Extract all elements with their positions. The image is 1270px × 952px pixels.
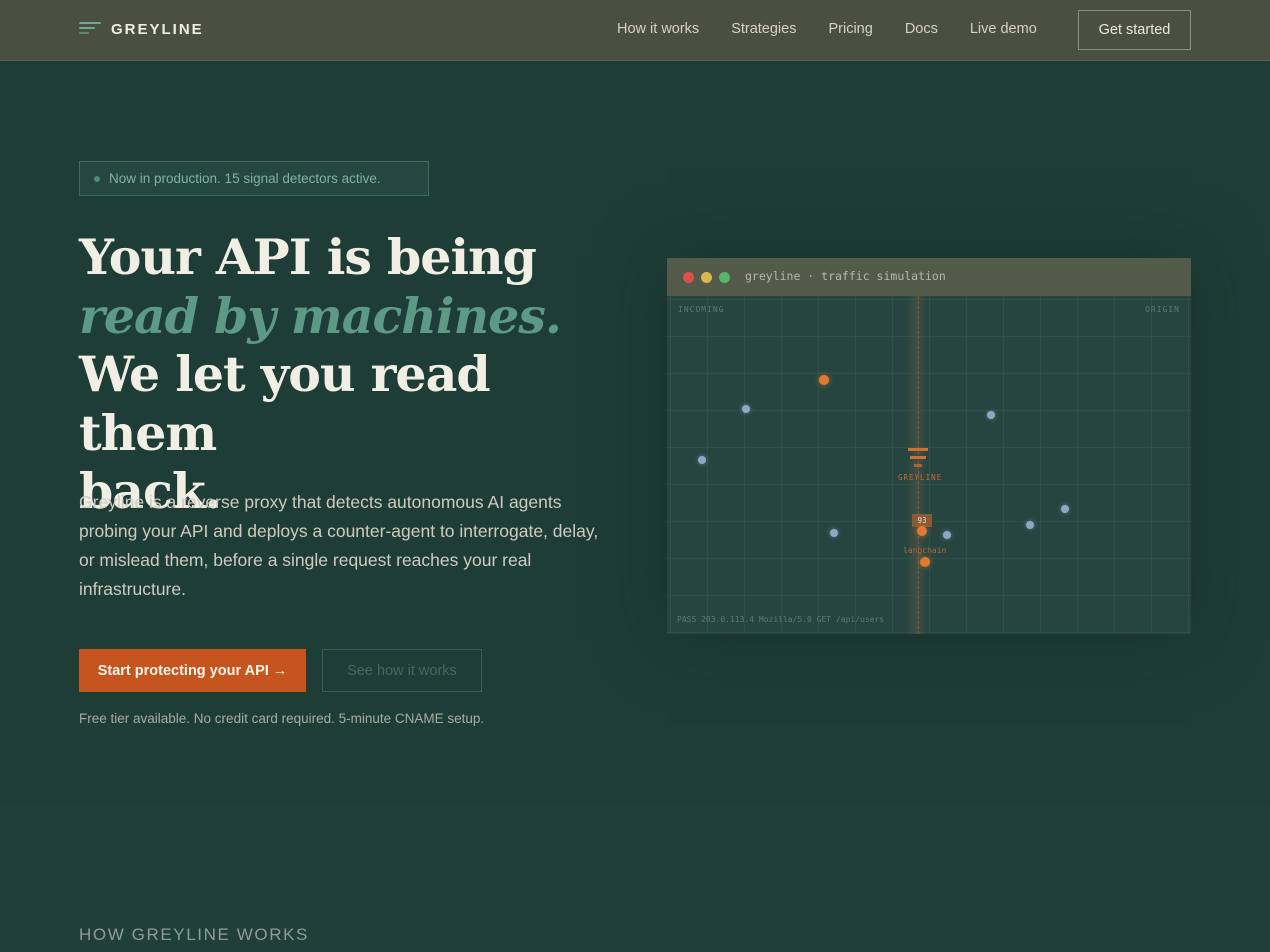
close-dot-icon [683,272,694,283]
hero-headline: Your API is being read by machines. We l… [79,228,639,521]
proxy-label: GREYLINE [898,473,943,482]
nav-link-how-it-works[interactable]: How it works [617,21,699,37]
incoming-label: INCOMING [678,305,725,314]
fine-print: Free tier available. No credit card requ… [79,711,485,726]
minimize-dot-icon [701,272,712,283]
traffic-simulation-window: greyline · traffic simulation INCOMING O… [667,258,1191,634]
logo-icon [79,20,101,38]
status-badge-text: Now in production. 15 signal detectors a… [109,171,381,186]
hero-description: Greyline is a reverse proxy that detects… [79,492,599,599]
top-nav: GREYLINE How it works Strategies Pricing… [0,0,1270,61]
nav-link-live-demo[interactable]: Live demo [970,21,1037,37]
logo[interactable]: GREYLINE [79,20,204,38]
get-started-button[interactable]: Get started [1078,10,1191,50]
request-dot [698,456,706,464]
section-heading: HOW GREYLINE WORKS [79,925,309,944]
request-dot [830,529,838,537]
brand-name: GREYLINE [111,20,204,38]
request-dot [987,411,995,419]
window-titlebar: greyline · traffic simulation [667,258,1191,296]
nav-link-strategies[interactable]: Strategies [731,21,796,37]
simulation-grid [667,296,1191,634]
origin-label: ORIGIN [1145,305,1180,314]
headline-line-3: We let you read them [79,345,491,462]
nav-link-docs[interactable]: Docs [905,21,938,37]
headline-accent: read by machines. [79,286,562,345]
request-dot [1026,521,1034,529]
request-dot [943,531,951,539]
start-protecting-button[interactable]: Start protecting your API → [79,649,306,692]
agent-dot [920,557,930,567]
nav-links: How it works Strategies Pricing Docs Liv… [617,21,1069,37]
agent-dot [819,375,829,385]
status-dot-icon [94,175,100,182]
agent-label: langchain [903,546,947,555]
see-how-it-works-button[interactable]: See how it works [322,649,482,692]
headline-line-1: Your API is being [79,228,537,286]
nav-link-pricing[interactable]: Pricing [828,21,872,37]
window-title: greyline · traffic simulation [745,269,946,283]
traffic-log-line: PASS 203.0.113.4 Mozilla/5.0 GET /api/us… [677,615,885,624]
request-dot [1061,505,1069,513]
request-dot [742,405,750,413]
agent-dot [917,526,927,536]
status-badge: Now in production. 15 signal detectors a… [79,161,429,196]
maximize-dot-icon [719,272,730,283]
